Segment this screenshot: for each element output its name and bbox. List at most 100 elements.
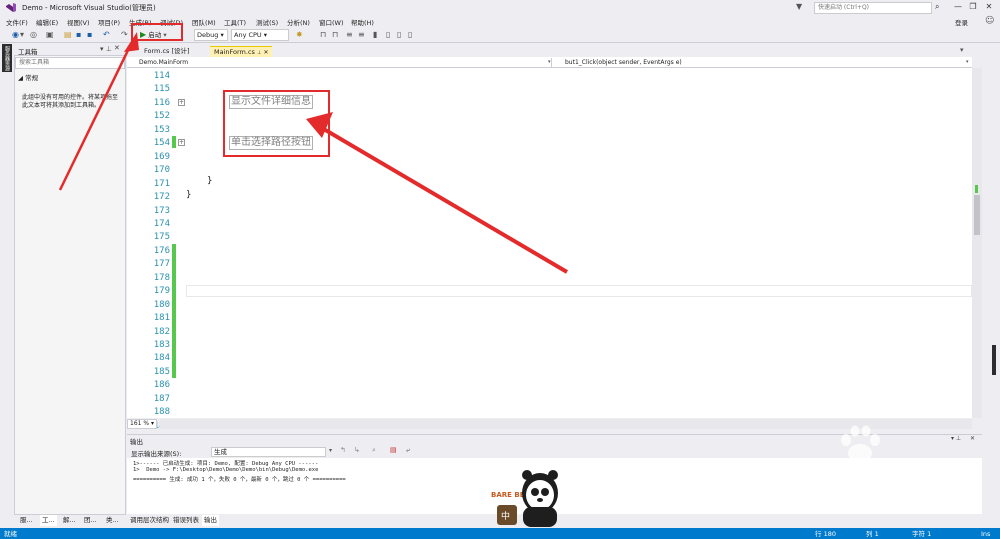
save-all-icon[interactable]: ▪ [87, 30, 92, 40]
close-icon[interactable]: ✕ [114, 44, 120, 52]
pin-icon[interactable]: ▾ ⊥ [951, 435, 961, 442]
go-to-next-message-icon[interactable]: ↳ [354, 446, 360, 454]
chevron-down-icon[interactable]: ▾ [548, 59, 551, 65]
menu-file[interactable]: 文件(F) [6, 17, 28, 27]
scrollbar-thumb[interactable] [974, 195, 980, 235]
zoom-value: 161 % [130, 420, 150, 427]
browser-link-icon[interactable]: ✸ [296, 30, 303, 40]
toolbox-empty-message: 此组中没有可用的控件。将某项拖至此文本可将其添加到工具箱。 [22, 94, 119, 109]
output-source-label: 显示输出来源(S): [131, 450, 182, 458]
tab-class-view[interactable]: 类... [104, 515, 121, 526]
menu-analyze[interactable]: 分析(N) [287, 17, 310, 27]
back-icon[interactable]: ◉ [12, 30, 19, 40]
quick-launch-input[interactable]: 快速启动 (Ctrl+Q) [814, 2, 932, 14]
status-line: 行 180 [815, 530, 836, 538]
output-line: 1>------ 已启动生成: 项目: Demo, 配置: Debug Any … [133, 461, 319, 467]
menu-tools[interactable]: 工具(T) [224, 17, 246, 27]
left-tool-strip [0, 43, 14, 515]
menu-view[interactable]: 视图(V) [67, 17, 90, 27]
tab-error-list[interactable]: 错误列表 [171, 515, 201, 526]
redo-icon[interactable]: ↷ [121, 30, 128, 40]
expand-region-icon[interactable]: + [178, 139, 185, 146]
close-icon[interactable]: ✕ [970, 435, 975, 442]
menu-edit[interactable]: 编辑(E) [36, 17, 58, 27]
menu-team[interactable]: 团队(M) [192, 17, 216, 27]
window-title: Demo - Microsoft Visual Studio(管理员) [22, 4, 156, 12]
line-number: 175 [153, 232, 170, 243]
toolbox-panel [14, 43, 126, 515]
vertical-scrollbar[interactable] [972, 68, 982, 418]
login-link[interactable]: 登录 [955, 17, 968, 27]
pin-icon[interactable]: ▾ ⊥ [100, 45, 112, 53]
tab-solution-explorer[interactable]: 解... [61, 515, 78, 526]
solution-config-select[interactable]: Debug ▾ [194, 29, 228, 41]
status-column: 列 1 [866, 530, 879, 538]
back-dropdown-icon[interactable]: ▾ [20, 30, 24, 40]
right-panel-tab[interactable] [992, 345, 996, 375]
status-insert-mode: Ins [981, 530, 991, 538]
line-number: 116 [153, 97, 170, 108]
clear-all-icon[interactable]: ▤ [390, 446, 397, 454]
pin-icon[interactable]: ⊥ [257, 50, 261, 56]
feedback-icon[interactable]: ☺ [985, 16, 994, 26]
status-char: 字符 1 [912, 530, 932, 538]
step-over-icon[interactable]: ⊓ [332, 30, 338, 40]
bookmark-icon[interactable]: ▮ [373, 30, 377, 40]
bookmark-next-icon[interactable]: ▯ [397, 30, 401, 40]
platform-label: Any CPU [234, 31, 262, 39]
line-number: 176 [153, 245, 170, 256]
member-dropdown[interactable]: but1_Click(object sender, EventArgs e) [555, 58, 972, 67]
tab-output[interactable]: 输出 [202, 515, 219, 526]
tab-mainform-cs[interactable]: MainForm.cs ⊥ ✕ [210, 46, 273, 57]
type-name: Demo.MainForm [139, 59, 189, 66]
toolbox-group-general[interactable]: ◢ 常规 [18, 72, 38, 82]
line-number: 153 [153, 124, 170, 135]
undo-icon[interactable]: ↶ [103, 30, 110, 40]
tab-server-explorer[interactable]: 服... [18, 515, 35, 526]
baidu-watermark-url: jingyan.baidu.com [772, 495, 911, 513]
type-dropdown[interactable]: Demo.MainForm [127, 58, 552, 67]
save-icon[interactable]: ▪ [76, 30, 81, 40]
menu-help[interactable]: 帮助(H) [351, 17, 374, 27]
chevron-down-icon[interactable]: ▾ [966, 59, 969, 65]
menu-test[interactable]: 测试(S) [256, 17, 278, 27]
new-project-icon[interactable]: ▣ [46, 30, 54, 40]
code-close-brace-method: } [207, 176, 213, 186]
chevron-down-icon[interactable]: ▾ [329, 447, 332, 454]
comment-icon[interactable]: ≡ [346, 30, 353, 40]
bare-bears-sticker: BARE BEARS 中 [487, 470, 558, 527]
bookmark-clear-icon[interactable]: ▯ [408, 30, 412, 40]
zoom-select[interactable]: 161 % ▾ [127, 419, 157, 429]
right-tool-strip [982, 43, 1000, 515]
line-number: 152 [153, 111, 170, 122]
tab-call-hierarchy[interactable]: 调用层次结构 [128, 515, 171, 526]
output-source-select[interactable]: 生成 [211, 447, 326, 457]
uncomment-icon[interactable]: ≡ [358, 30, 365, 40]
close-icon[interactable]: ✕ [263, 49, 268, 56]
toolbox-search-input[interactable]: 搜索工具箱 [15, 57, 125, 69]
tab-team-explorer[interactable]: 团... [82, 515, 99, 526]
line-number: 171 [153, 178, 170, 189]
annotation-box-start-button [131, 23, 183, 41]
server-explorer-tab[interactable]: 服务器资源管理器 [2, 44, 12, 72]
step-into-icon[interactable]: ⊓ [320, 30, 326, 40]
menu-window[interactable]: 窗口(W) [319, 17, 344, 27]
solution-platform-select[interactable]: Any CPU ▾ [231, 29, 289, 41]
tab-toolbox[interactable]: 工... [40, 515, 57, 526]
open-file-icon[interactable]: ▤ [64, 30, 72, 40]
forward-icon[interactable]: ◎ [30, 30, 37, 40]
expand-region-icon[interactable]: + [178, 99, 185, 106]
word-wrap-icon[interactable]: ⤶ [406, 446, 410, 455]
go-to-previous-message-icon[interactable]: ↰ [340, 446, 346, 454]
close-button[interactable]: ✕ [982, 1, 996, 13]
menu-project[interactable]: 项目(P) [98, 17, 120, 27]
find-message-icon[interactable]: ⌕ [372, 446, 376, 455]
notification-icon[interactable]: ▼ [796, 2, 802, 11]
bookmark-prev-icon[interactable]: ▯ [386, 30, 390, 40]
search-icon[interactable]: ⌕ [935, 2, 939, 12]
tab-form-design[interactable]: Form.cs [设计] [140, 46, 194, 57]
tab-overflow-icon[interactable]: ▾ [960, 46, 964, 54]
restore-button[interactable]: ❐ [966, 1, 980, 13]
line-number: 177 [153, 259, 170, 270]
minimize-button[interactable]: — [951, 1, 965, 13]
